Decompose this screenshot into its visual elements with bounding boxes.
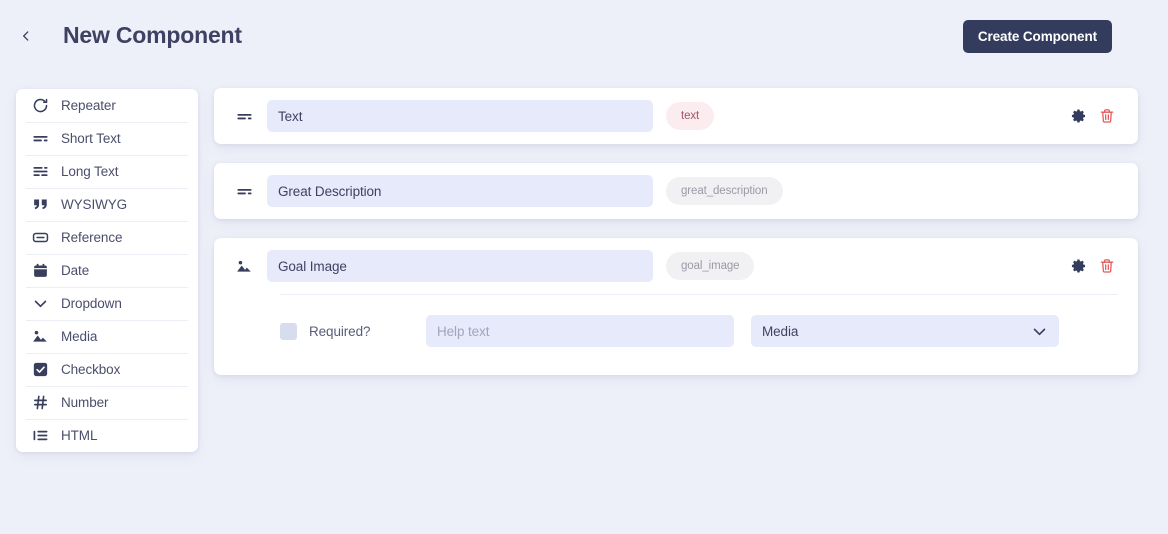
sidebar-item-short-text[interactable]: Short Text [16, 122, 198, 155]
sidebar-item-long-text[interactable]: Long Text [16, 155, 198, 188]
long-text-icon [32, 163, 50, 181]
required-label: Required? [309, 323, 371, 339]
sidebar-item-label: Date [61, 263, 90, 278]
field-actions [1070, 257, 1116, 275]
media-select-wrapper: Media [751, 315, 1059, 347]
sidebar-item-wysiwyg[interactable]: WYSIWYG [16, 188, 198, 221]
hash-icon [32, 394, 50, 412]
gear-icon [1071, 108, 1087, 124]
sidebar-item-label: WYSIWYG [61, 197, 128, 212]
field-row: text [214, 88, 1138, 144]
media-icon [234, 256, 254, 276]
quote-icon [32, 196, 50, 214]
sidebar-item-media[interactable]: Media [16, 320, 198, 353]
chevron-down-icon [32, 295, 50, 313]
chevron-left-icon [19, 29, 33, 43]
field-delete-button[interactable] [1098, 107, 1116, 125]
sidebar-item-date[interactable]: Date [16, 254, 198, 287]
checkbox-icon [32, 361, 50, 379]
field-card: goal_image Required? Media [214, 238, 1138, 375]
sidebar-item-label: Reference [61, 230, 123, 245]
help-text-input[interactable] [426, 315, 734, 347]
sidebar-item-reference[interactable]: Reference [16, 221, 198, 254]
required-group: Required? [280, 322, 426, 340]
reference-icon [32, 229, 50, 247]
short-text-icon [32, 130, 50, 148]
back-button[interactable] [14, 24, 38, 48]
short-text-icon [234, 106, 254, 126]
field-slug-badge: great_description [666, 177, 783, 205]
sidebar-item-repeater[interactable]: Repeater [16, 89, 198, 122]
short-text-icon [234, 181, 254, 201]
settings-divider [280, 294, 1118, 295]
field-slug-badge: goal_image [666, 252, 755, 280]
field-card: text [214, 88, 1138, 144]
field-settings-button[interactable] [1070, 107, 1088, 125]
sidebar-item-label: Number [61, 395, 109, 410]
media-icon [32, 328, 50, 346]
fields-list: text great_description goal_image Required?… [214, 88, 1138, 394]
settings-row: Required? Media [234, 315, 1118, 347]
sidebar-item-dropdown[interactable]: Dropdown [16, 287, 198, 320]
page-header: New Component Create Component [0, 0, 1168, 72]
sidebar-item-label: Repeater [61, 98, 116, 113]
field-settings-panel: Required? Media [214, 294, 1138, 375]
sidebar-item-label: Long Text [61, 164, 119, 179]
media-type-select[interactable]: Media [751, 315, 1059, 347]
calendar-icon [32, 262, 50, 280]
field-card: great_description [214, 163, 1138, 219]
create-component-button[interactable]: Create Component [962, 20, 1112, 53]
sidebar-item-label: Checkbox [61, 362, 121, 377]
field-slug-badge: text [666, 102, 715, 130]
sidebar-item-label: Short Text [61, 131, 121, 146]
field-type-sidebar: Repeater Short Text Long Text WYSIWYG Refere… [16, 89, 198, 452]
field-actions [1070, 107, 1116, 125]
field-name-input[interactable] [267, 175, 653, 207]
field-row: great_description [214, 163, 1138, 219]
required-checkbox[interactable] [280, 322, 297, 340]
gear-icon [1071, 258, 1087, 274]
list-icon [32, 427, 50, 445]
sidebar-item-label: Dropdown [61, 296, 122, 311]
field-settings-button[interactable] [1070, 257, 1088, 275]
sidebar-item-html[interactable]: HTML [16, 419, 198, 452]
field-row: goal_image [214, 238, 1138, 294]
repeater-icon [32, 97, 50, 115]
sidebar-item-label: HTML [61, 428, 98, 443]
trash-icon [1099, 108, 1115, 124]
sidebar-item-label: Media [61, 329, 98, 344]
field-delete-button[interactable] [1098, 257, 1116, 275]
field-name-input[interactable] [267, 250, 653, 282]
page-title: New Component [63, 22, 242, 48]
field-name-input[interactable] [267, 100, 653, 132]
trash-icon [1099, 258, 1115, 274]
sidebar-item-checkbox[interactable]: Checkbox [16, 353, 198, 386]
sidebar-item-number[interactable]: Number [16, 386, 198, 419]
